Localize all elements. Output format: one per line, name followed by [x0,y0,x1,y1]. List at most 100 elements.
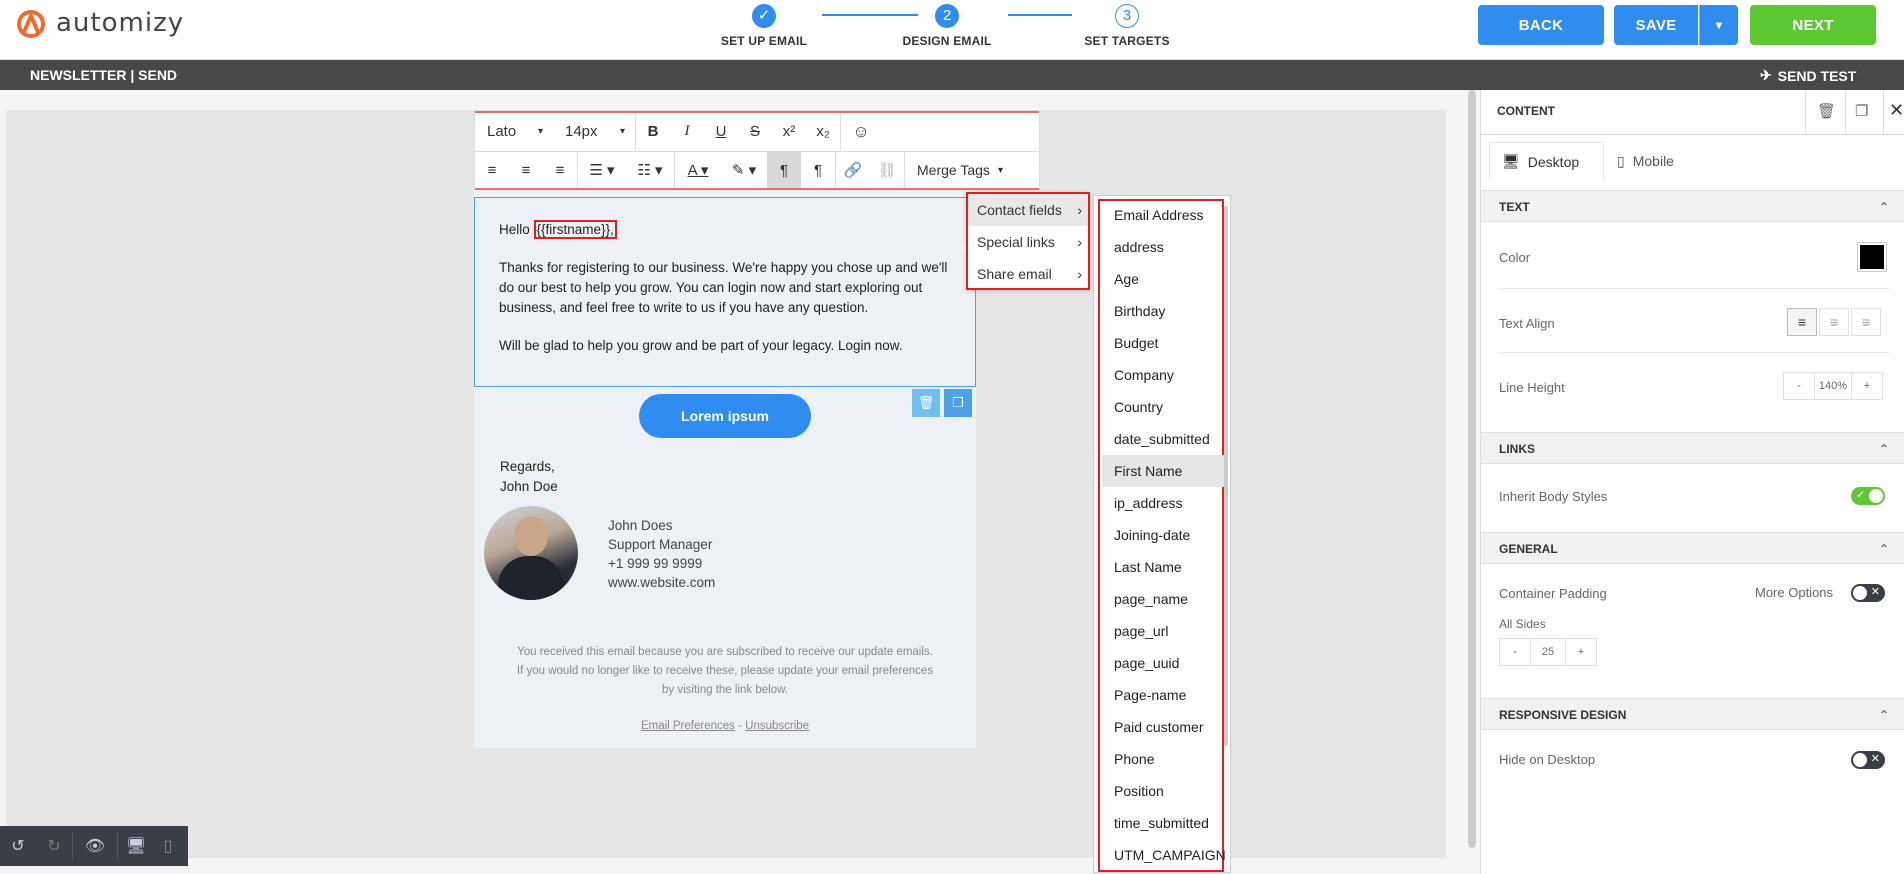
merge-tags-button[interactable]: Merge Tags ▾ [905,152,1015,188]
desktop-view-icon[interactable]: 🖥 [118,826,154,866]
increment-button[interactable]: + [1566,639,1596,665]
menu-item-contact-field[interactable]: date_submitted [1102,423,1224,455]
tab-mobile[interactable]: ▯ Mobile [1609,142,1674,180]
automizy-logo-icon [17,10,45,38]
email-cta-button[interactable]: Lorem ipsum [639,394,811,438]
decrement-button[interactable]: - [1784,373,1814,399]
menu-item-contact-field[interactable]: Position [1102,775,1224,807]
ltr-direction-icon[interactable]: ¶ [767,152,801,188]
merge-tags-menu: Contact fields › Special links › Share ema… [966,192,1090,290]
canvas-scrollbar[interactable] [1468,90,1476,848]
menu-item-contact-field[interactable]: Phone [1102,743,1224,775]
menu-item-contact-field[interactable]: Birthday [1102,295,1224,327]
align-right-icon[interactable]: ≡ [1851,308,1881,336]
editor-bottom-toolbar: ↺ ↻ 👁 🖥 ▯ [0,826,188,866]
sig-website[interactable]: www.website.com [608,573,715,592]
section-responsive-header[interactable]: RESPONSIVE DESIGN ⌃ [1481,698,1904,730]
padding-value[interactable]: 25 [1530,639,1566,665]
underline-icon[interactable]: U [704,113,738,150]
align-center-icon[interactable]: ≡ [509,152,543,188]
mobile-view-icon[interactable]: ▯ [154,826,182,866]
align-center-icon[interactable]: ≡ [1819,308,1849,336]
trash-icon[interactable]: 🗑 [912,389,940,417]
editor-canvas[interactable]: Lato ▾ 14px ▾ B I U S x² x₂ ☺ ≡ ≡ ≡ ☰ ▾ ☷ … [0,90,1480,874]
font-family-select[interactable]: Lato ▾ [475,113,555,150]
back-button[interactable]: BACK [1478,5,1604,45]
rtl-direction-icon[interactable]: ¶ [801,152,835,188]
superscript-icon[interactable]: x² [772,113,806,150]
menu-item-contact-field[interactable]: ip_address [1102,487,1224,519]
brand-logo[interactable]: automizy [14,8,184,38]
highlight-color-icon[interactable]: ✎ ▾ [721,152,767,188]
inherit-body-styles-toggle[interactable]: ✓ [1851,487,1885,505]
duplicate-icon[interactable]: ❐ [944,389,972,417]
menu-item-contact-field[interactable]: Company [1102,359,1224,391]
text-block[interactable]: Hello {{firstname}}, Thanks for register… [474,197,976,387]
color-swatch[interactable] [1857,242,1887,272]
italic-icon[interactable]: I [670,113,704,150]
divider [1883,90,1884,134]
menu-item-contact-fields[interactable]: Contact fields › [968,194,1088,226]
line-height-value[interactable]: 140% [1814,373,1852,399]
email-preferences-link[interactable]: Email Preferences [641,720,735,732]
menu-item-share-email[interactable]: Share email › [968,258,1088,290]
align-right-icon[interactable]: ≡ [543,152,577,188]
menu-item-contact-field[interactable]: Paid customer [1102,711,1224,743]
menu-item-special-links[interactable]: Special links › [968,226,1088,258]
menu-item-contact-field[interactable]: Budget [1102,327,1224,359]
send-test-button[interactable]: ✈ SEND TEST [1760,67,1856,84]
merge-tag-firstname[interactable]: {{firstname}}, [533,220,617,239]
tab-desktop[interactable]: 🖥 Desktop [1489,142,1604,180]
emoji-icon[interactable]: ☺ [841,113,881,150]
text-color-icon[interactable]: A ▾ [675,152,721,188]
padding-stepper[interactable]: - 25 + [1499,638,1597,666]
step-set-targets[interactable]: 3 SET TARGETS [1057,4,1197,48]
link-icon[interactable]: 🔗 [836,152,870,188]
next-button[interactable]: NEXT [1750,5,1876,45]
align-left-icon[interactable]: ≡ [1787,308,1817,336]
chevron-right-icon: › [1077,202,1082,218]
unlink-icon[interactable]: ⛓ [870,152,904,188]
redo-icon[interactable]: ↻ [36,826,72,866]
subscript-icon[interactable]: x₂ [806,113,840,150]
trash-icon[interactable]: 🗑 [1817,102,1836,120]
menu-item-contact-field[interactable]: Age [1102,263,1224,295]
font-size-select[interactable]: 14px ▾ [555,113,635,150]
menu-item-contact-field[interactable]: First Name [1102,455,1224,487]
bold-icon[interactable]: B [636,113,670,150]
menu-item-contact-field[interactable]: Page-name [1102,679,1224,711]
section-general-header[interactable]: GENERAL ⌃ [1481,532,1904,564]
menu-item-contact-field[interactable]: UTM_CAMPAIGN [1102,839,1226,871]
line-height-label: Line Height [1499,380,1565,395]
menu-item-contact-field[interactable]: page_url [1102,615,1224,647]
menu-item-contact-field[interactable]: time_submitted [1102,807,1224,839]
step-design-email[interactable]: 2 DESIGN EMAIL [877,4,1017,48]
menu-item-contact-field[interactable]: Last Name [1102,551,1224,583]
submenu-scrollbar[interactable] [1224,206,1228,746]
line-height-stepper[interactable]: - 140% + [1783,372,1883,400]
more-options-toggle[interactable]: ✕ [1851,584,1885,602]
increment-button[interactable]: + [1852,373,1882,399]
strikethrough-icon[interactable]: S [738,113,772,150]
unsubscribe-link[interactable]: Unsubscribe [745,720,809,732]
save-button[interactable]: SAVE [1614,5,1698,45]
hide-on-desktop-toggle[interactable]: ✕ [1851,751,1885,769]
section-text-header[interactable]: TEXT ⌃ [1481,190,1904,222]
bullet-list-icon[interactable]: ☰ ▾ [578,152,626,188]
menu-item-contact-field[interactable]: page_uuid [1102,647,1224,679]
close-icon[interactable]: ✕ [1889,100,1904,121]
menu-item-contact-field[interactable]: address [1102,231,1224,263]
section-links-header[interactable]: LINKS ⌃ [1481,432,1904,464]
menu-item-contact-field[interactable]: Email Address [1102,199,1224,231]
align-left-icon[interactable]: ≡ [475,152,509,188]
save-dropdown-button[interactable]: ▾ [1699,5,1738,45]
menu-item-contact-field[interactable]: page_name [1102,583,1224,615]
undo-icon[interactable]: ↺ [0,826,36,866]
menu-item-contact-field[interactable]: Joining-date [1102,519,1224,551]
step-setup-email[interactable]: ✓ SET UP EMAIL [694,4,834,48]
menu-item-contact-field[interactable]: Country [1102,391,1224,423]
decrement-button[interactable]: - [1500,639,1530,665]
preview-eye-icon[interactable]: 👁 [73,826,117,866]
numbered-list-icon[interactable]: ☷ ▾ [626,152,674,188]
duplicate-icon[interactable]: ❐ [1855,102,1868,120]
